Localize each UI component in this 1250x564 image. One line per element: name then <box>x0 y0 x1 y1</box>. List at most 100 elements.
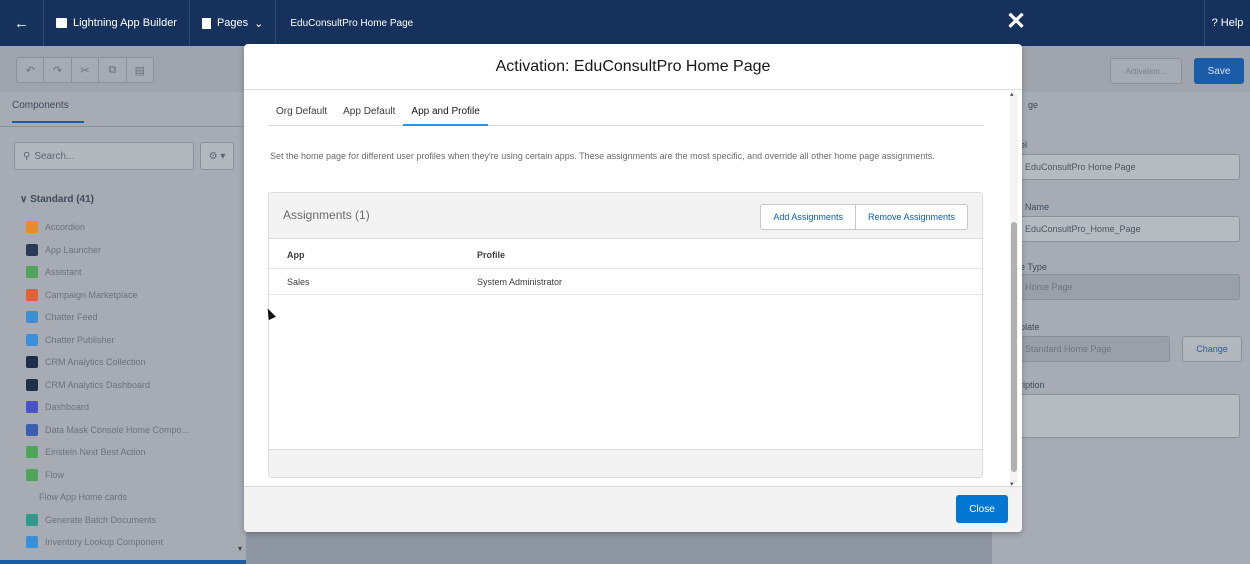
component-label: Accordion <box>45 222 86 233</box>
search-placeholder: Search... <box>34 150 75 162</box>
component-item[interactable]: Einstein Next Best Action <box>26 441 189 464</box>
page-type-field: Home Page <box>1014 274 1240 300</box>
undo-icon[interactable]: ↶ <box>17 58 45 82</box>
component-item[interactable]: Assistant <box>26 261 189 284</box>
chatter-publisher-icon <box>26 333 38 346</box>
copy-icon[interactable]: ⧉ <box>99 58 127 82</box>
accordion-icon <box>26 221 38 234</box>
component-label: Dashboard <box>45 402 90 413</box>
component-label: Data Mask Console Home Compo... <box>45 424 190 435</box>
blank-icon <box>26 491 32 503</box>
flow-icon <box>26 468 38 481</box>
label-field[interactable]: EduConsultPro Home Page <box>1014 154 1240 180</box>
activation-button[interactable]: Activation... <box>1110 58 1182 84</box>
analytics-icon <box>26 378 38 391</box>
scrollbar-thumb[interactable] <box>1011 222 1017 472</box>
component-item[interactable]: Flow <box>26 464 189 487</box>
column-header-app[interactable]: App <box>287 250 305 260</box>
assignments-rows: Sales System Administrator <box>269 269 982 295</box>
remove-assignments-button[interactable]: Remove Assignments <box>856 205 967 229</box>
component-item[interactable]: Flow App Home cards <box>26 486 189 509</box>
component-label: Generate Batch Documents <box>45 514 157 525</box>
assistant-icon <box>26 266 38 279</box>
cut-icon[interactable]: ✂ <box>72 58 100 82</box>
tab-app-and-profile[interactable]: App and Profile <box>403 98 488 126</box>
component-label: Chatter Publisher <box>45 334 115 345</box>
component-label: Einstein Next Best Action <box>45 447 146 458</box>
pages-menu[interactable]: Pages ⌄ <box>190 0 277 46</box>
component-item[interactable]: Generate Batch Documents <box>26 509 189 532</box>
chatter-feed-icon <box>26 311 38 324</box>
template-field: Standard Home Page <box>1014 336 1170 362</box>
save-button[interactable]: Save <box>1194 58 1244 84</box>
assignments-card-footer <box>269 449 982 477</box>
component-label: CRM Analytics Dashboard <box>45 379 151 390</box>
tab-org-default[interactable]: Org Default <box>268 98 335 126</box>
component-label: Flow App Home cards <box>39 492 128 503</box>
paste-icon[interactable]: ▤ <box>127 58 153 82</box>
chevron-down-icon: ⌄ <box>254 17 264 30</box>
back-arrow-icon: ← <box>14 14 29 32</box>
panel-bottom-accent <box>0 560 246 564</box>
component-item[interactable]: App Launcher <box>26 239 189 262</box>
assignments-title: Assignments (1) <box>283 208 370 222</box>
template-label: plate <box>1020 322 1040 332</box>
description-textarea[interactable] <box>1014 394 1240 438</box>
add-assignments-button[interactable]: Add Assignments <box>761 205 856 229</box>
app-title-area: Lightning App Builder <box>44 0 190 46</box>
assignment-description: Set the home page for different user pro… <box>270 151 935 161</box>
modal-body: Org Default App Default App and Profile Se… <box>244 90 1022 486</box>
generate-icon <box>26 513 38 526</box>
standard-section-header[interactable]: ∨ Standard (41) <box>20 194 94 205</box>
component-item[interactable]: CRM Analytics Dashboard <box>26 374 189 397</box>
tab-app-default[interactable]: App Default <box>335 98 403 126</box>
analytics-icon <box>26 356 38 369</box>
component-search-input[interactable]: ⚲ Search... <box>14 142 194 170</box>
component-label: Chatter Feed <box>45 312 98 323</box>
help-link[interactable]: ? Help <box>1204 0 1250 46</box>
component-item[interactable]: CRM Analytics Collection <box>26 351 189 374</box>
component-item[interactable]: Inventory Lookup Component <box>26 531 189 554</box>
assignment-actions: Add Assignments Remove Assignments <box>760 204 968 230</box>
standard-header-label: Standard (41) <box>30 194 95 205</box>
grid-icon <box>26 243 38 256</box>
properties-panel: ge el EduConsultPro Home Page I Name Edu… <box>992 92 1250 564</box>
search-icon: ⚲ <box>23 150 31 162</box>
assignments-card-header: Assignments (1) Add Assignments Remove A… <box>269 193 982 239</box>
component-label: Assistant <box>45 267 82 278</box>
current-page-name: EduConsultPro Home Page <box>290 17 414 29</box>
column-header-profile[interactable]: Profile <box>477 250 505 260</box>
inventory-icon <box>26 536 38 549</box>
component-item[interactable]: Data Mask Console Home Compo... <box>26 419 189 442</box>
assignments-table-header: App Profile <box>269 239 982 269</box>
component-label: Campaign Marketplace <box>45 289 138 300</box>
settings-menu-button[interactable]: ⚙ ▾ <box>200 142 234 170</box>
modal-footer: Close <box>244 486 1022 532</box>
close-modal-icon[interactable]: ✕ <box>1006 10 1026 34</box>
scroll-up-icon[interactable]: ▴ <box>1010 90 1014 98</box>
description-label: ription <box>1020 380 1045 390</box>
component-label: CRM Analytics Collection <box>45 357 146 368</box>
component-item[interactable]: Campaign Marketplace <box>26 284 189 307</box>
component-item[interactable]: Chatter Publisher <box>26 329 189 352</box>
scroll-down-icon[interactable]: ▾ <box>238 544 242 553</box>
modal-scrollbar[interactable]: ▴ ▾ <box>1010 91 1018 488</box>
close-button[interactable]: Close <box>956 495 1008 523</box>
data-mask-icon <box>26 423 38 436</box>
api-name-field[interactable]: EduConsultPro_Home_Page <box>1014 216 1240 242</box>
campaign-icon <box>26 288 38 301</box>
table-row[interactable]: Sales System Administrator <box>269 269 982 295</box>
component-label: Flow <box>45 469 65 480</box>
component-label: App Launcher <box>45 244 102 255</box>
change-template-button[interactable]: Change <box>1182 336 1242 362</box>
redo-icon[interactable]: ↷ <box>44 58 72 82</box>
cell-profile: System Administrator <box>477 277 563 287</box>
component-item[interactable]: Accordion <box>26 216 189 239</box>
back-button[interactable]: ← <box>0 0 44 46</box>
tab-components[interactable]: Components <box>12 100 84 123</box>
component-item[interactable]: Dashboard <box>26 396 189 419</box>
pages-label: Pages <box>216 17 249 29</box>
component-item[interactable]: Chatter Feed <box>26 306 189 329</box>
component-label: Inventory Lookup Component <box>45 537 164 548</box>
page-type-label: e Type <box>1020 262 1047 272</box>
